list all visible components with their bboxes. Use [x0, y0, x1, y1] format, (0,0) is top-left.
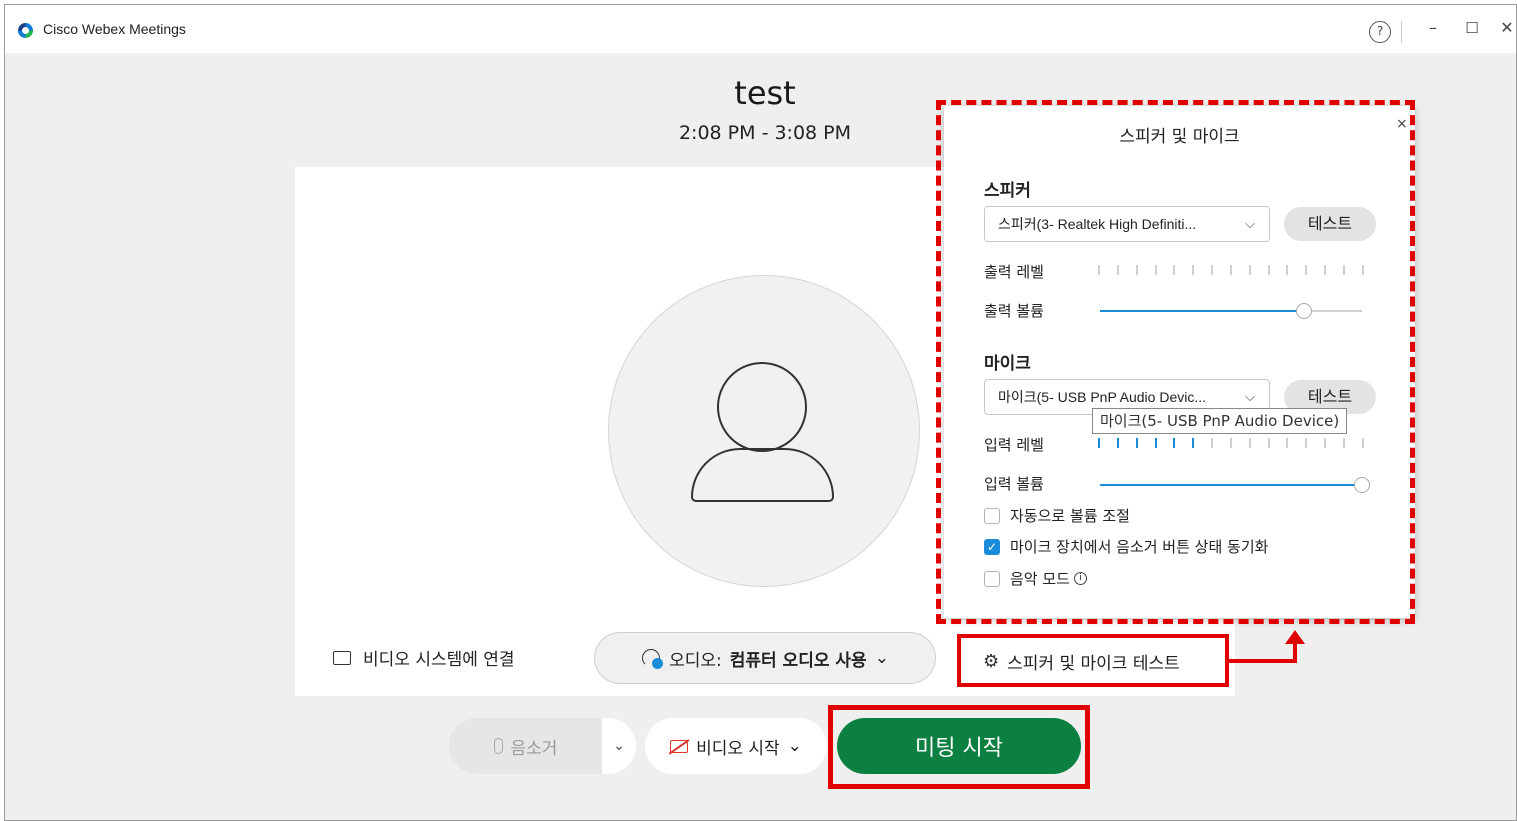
- gear-icon: ⚙: [983, 651, 1000, 672]
- close-window-button[interactable]: ✕: [1495, 17, 1516, 39]
- app-title: Cisco Webex Meetings: [43, 21, 186, 37]
- connect-video-system-label: 비디오 시스템에 연결: [363, 650, 515, 670]
- minimize-button[interactable]: –: [1421, 17, 1445, 39]
- start-video-label: 비디오 시작: [696, 738, 780, 759]
- maximize-button[interactable]: ☐: [1460, 17, 1484, 39]
- mute-button[interactable]: 음소거: [449, 718, 602, 774]
- mute-label: 음소거: [510, 738, 558, 759]
- camera-off-icon: [670, 739, 689, 753]
- callout-arrow-line: [1227, 659, 1297, 663]
- start-video-button[interactable]: 비디오 시작 ⌄: [645, 718, 827, 774]
- avatar-body-icon: [691, 448, 834, 502]
- webex-logo-icon: [18, 23, 33, 38]
- help-icon[interactable]: ?: [1369, 21, 1391, 43]
- chevron-down-icon: ⌄: [874, 648, 889, 668]
- callout-arrow-stem: [1293, 642, 1297, 663]
- headset-icon: [641, 648, 664, 669]
- audio-value: 컴퓨터 오디오 사용: [729, 650, 867, 671]
- cast-icon: [333, 650, 351, 665]
- speaker-mic-test-button[interactable]: ⚙ 스피커 및 마이크 테스트: [983, 649, 1180, 674]
- connect-video-system-button[interactable]: 비디오 시스템에 연결: [333, 645, 515, 670]
- microphone-icon: [493, 738, 503, 754]
- speaker-mic-test-label: 스피커 및 마이크 테스트: [1007, 654, 1180, 674]
- highlight-box-test-link: ⚙ 스피커 및 마이크 테스트: [957, 634, 1229, 687]
- highlight-box-panel: [936, 100, 1415, 624]
- title-bar: Cisco Webex Meetings ? – ☐ ✕: [5, 5, 1516, 53]
- avatar-head-icon: [717, 362, 807, 452]
- mic-device-tooltip: 마이크(5- USB PnP Audio Device): [1092, 408, 1348, 434]
- chevron-down-icon: ⌄: [787, 736, 802, 756]
- avatar: [608, 275, 920, 587]
- titlebar-divider: [1401, 21, 1402, 43]
- start-meeting-button[interactable]: 미팅 시작: [837, 718, 1081, 774]
- audio-selector-button[interactable]: 오디오: 컴퓨터 오디오 사용 ⌄: [594, 632, 936, 684]
- callout-arrow-head-icon: [1285, 630, 1305, 644]
- audio-label: 오디오:: [669, 650, 722, 671]
